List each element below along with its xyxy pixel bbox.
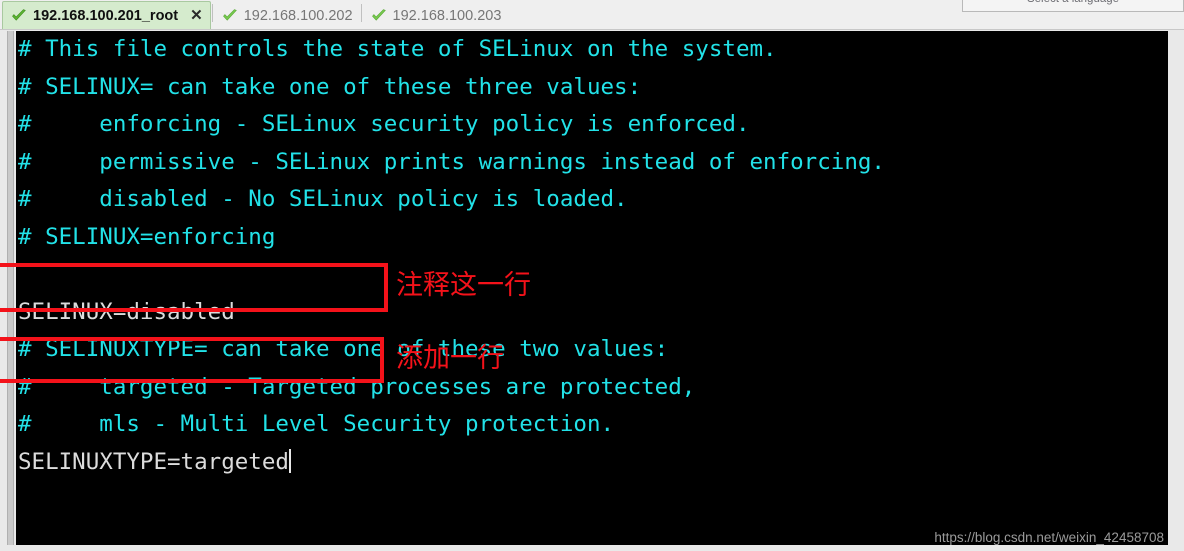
terminal-frame: # This file controls the state of SELinu… <box>0 30 1184 551</box>
select-language-popup[interactable]: Select a language <box>962 0 1184 12</box>
terminal-line: # targeted - Targeted processes are prot… <box>18 373 696 400</box>
terminal-line: # permissive - SELinux prints warnings i… <box>18 148 885 175</box>
tab-192-168-100-203[interactable]: 192.168.100.203 <box>363 3 509 29</box>
terminal-line: # SELINUX= can take one of these three v… <box>18 73 642 100</box>
tab-192-168-100-202[interactable]: 192.168.100.202 <box>214 3 360 29</box>
tab-label: 192.168.100.202 <box>243 8 353 24</box>
close-icon[interactable]: ✕ <box>190 8 203 23</box>
terminal-line-selinuxtype: SELINUXTYPE=targeted <box>16 444 1168 482</box>
watermark: https://blog.csdn.net/weixin_42458708 <box>934 530 1164 545</box>
terminal-line: # disabled - No SELinux policy is loaded… <box>18 186 628 212</box>
terminal-line-selinux-enforcing: # SELINUX=enforcing <box>18 223 276 250</box>
check-icon <box>11 8 27 23</box>
terminal-screen[interactable]: # This file controls the state of SELinu… <box>16 31 1168 545</box>
tab-divider <box>360 4 362 22</box>
terminal-line: # enforcing - SELinux security policy is… <box>18 111 750 137</box>
tab-192-168-100-201-root[interactable]: 192.168.100.201_root ✕ <box>2 1 211 29</box>
terminal-line: # SELINUXTYPE= can take one of these two… <box>18 336 669 362</box>
annotation-label-add-a-line: 添加一行 <box>396 343 504 374</box>
tab-label: 192.168.100.201_root <box>33 7 179 24</box>
tab-divider <box>211 4 213 22</box>
terminal-line: # mls - Multi Level Security protection. <box>18 411 615 437</box>
text-cursor <box>288 448 291 473</box>
terminal-line-text: SELINUXTYPE=targeted <box>18 448 289 475</box>
check-icon <box>371 9 387 23</box>
terminal-line-selinux-disabled: SELINUX=disabled <box>18 298 235 325</box>
app-window: Select a language 192.168.100.201_root ✕… <box>0 0 1184 551</box>
annotation-label-comment-this-line: 注释这一行 <box>396 270 531 301</box>
terminal-scrollbar[interactable] <box>7 31 14 545</box>
terminal-line: # This file controls the state of SELinu… <box>18 36 777 62</box>
tab-label: 192.168.100.203 <box>392 8 502 24</box>
check-icon <box>222 9 238 23</box>
